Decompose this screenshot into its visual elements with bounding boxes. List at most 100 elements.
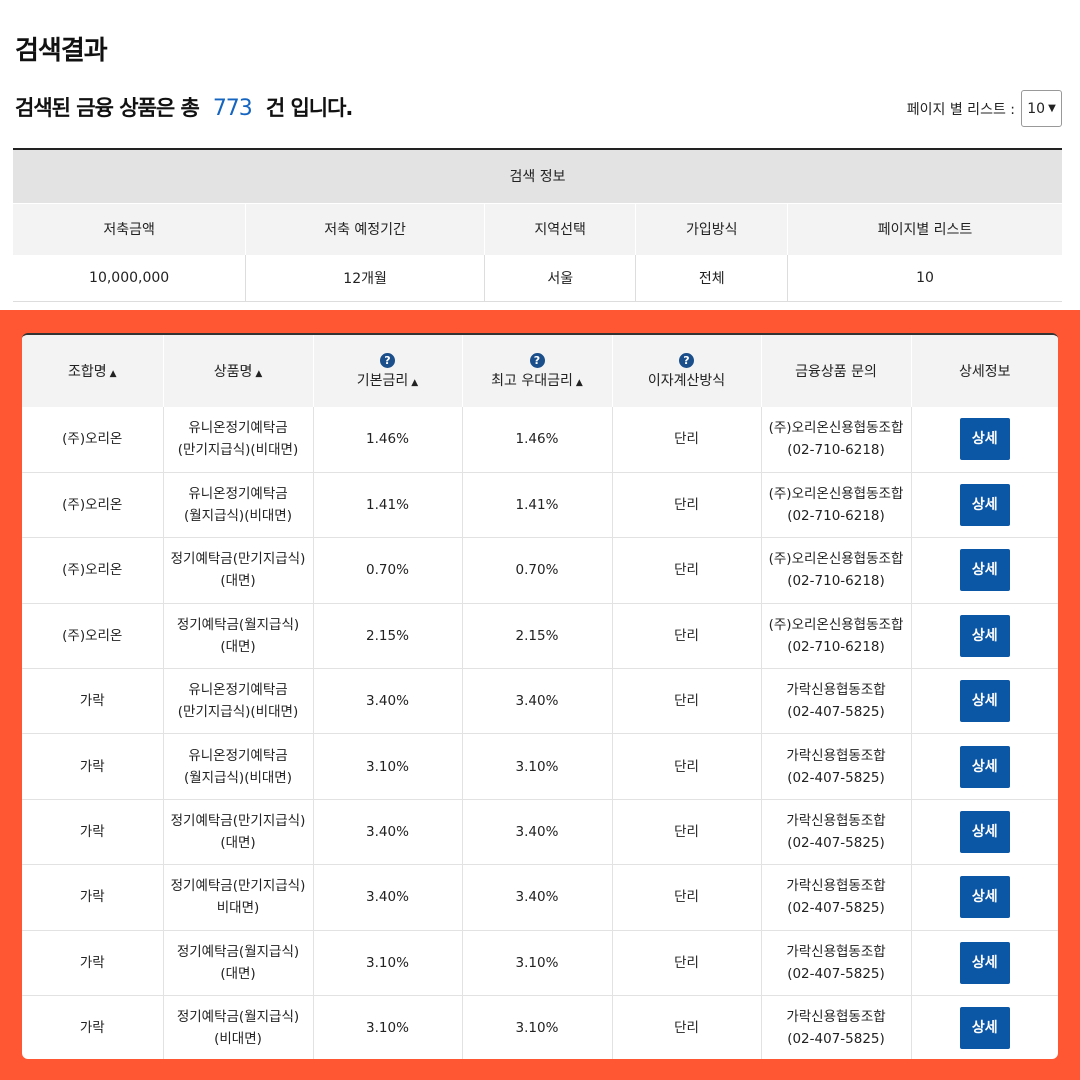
cell-product: 유니온정기예탁금 (만기지급식)(비대면) bbox=[163, 668, 314, 735]
per-page-select[interactable]: 10 ▼ bbox=[1021, 90, 1062, 127]
table-row: (주)오리온 유니온정기예탁금 (만기지급식)(비대면) 1.46% 1.46% 단리 (주… bbox=[22, 407, 1058, 473]
contact-name: 가락신용협동조합 bbox=[786, 682, 886, 699]
contact-phone: (02-407-5825) bbox=[787, 769, 885, 786]
search-info-value: 12개월 bbox=[245, 255, 485, 302]
cell-union: (주)오리온 bbox=[22, 603, 164, 670]
contact-phone: (02-710-6218) bbox=[787, 508, 885, 525]
cell-union: 가락 bbox=[22, 668, 164, 735]
cell-max-rate: 3.40% bbox=[462, 668, 613, 735]
cell-base-rate: 1.46% bbox=[313, 407, 463, 473]
cell-detail: 상세 bbox=[911, 930, 1058, 997]
table-row: 가락 정기예탁금(월지급식) (비대면) 3.10% 3.10% 단리 가락신용협동조합 (0… bbox=[22, 995, 1058, 1059]
search-info-header: 지역선택 bbox=[484, 202, 637, 255]
cell-base-rate: 1.41% bbox=[313, 472, 463, 539]
contact-phone: (02-710-6218) bbox=[787, 573, 885, 590]
cell-product: 유니온정기예탁금 (월지급식)(비대면) bbox=[163, 472, 314, 539]
cell-union: 가락 bbox=[22, 930, 164, 997]
detail-button[interactable]: 상세 bbox=[959, 680, 1010, 723]
detail-button[interactable]: 상세 bbox=[959, 484, 1010, 527]
cell-union: (주)오리온 bbox=[22, 472, 164, 539]
cell-detail: 상세 bbox=[911, 472, 1058, 539]
cell-interest-method: 단리 bbox=[612, 668, 762, 735]
cell-inquiry: 가락신용협동조합 (02-407-5825) bbox=[761, 668, 912, 735]
product-name-line2: 비대면) bbox=[216, 900, 260, 917]
cell-product: 유니온정기예탁금 (월지급식)(비대면) bbox=[163, 733, 314, 800]
contact-phone: (02-407-5825) bbox=[787, 1031, 885, 1048]
product-name-line2: (만기지급식)(비대면) bbox=[177, 442, 299, 459]
detail-button[interactable]: 상세 bbox=[959, 1007, 1010, 1050]
product-name-line1: 유니온정기예탁금 bbox=[188, 420, 288, 437]
cell-inquiry: 가락신용협동조합 (02-407-5825) bbox=[761, 995, 912, 1059]
cell-product: 정기예탁금(월지급식) (비대면) bbox=[163, 995, 314, 1059]
cell-interest-method: 단리 bbox=[612, 537, 762, 604]
cell-inquiry: (주)오리온신용협동조합 (02-710-6218) bbox=[761, 472, 912, 539]
cell-max-rate: 0.70% bbox=[462, 537, 613, 604]
cell-union: (주)오리온 bbox=[22, 407, 164, 473]
sort-up-icon[interactable]: ▲ bbox=[255, 369, 262, 379]
sort-up-icon[interactable]: ▲ bbox=[110, 369, 117, 379]
product-name-line1: 유니온정기예탁금 bbox=[188, 682, 288, 699]
cell-max-rate: 3.10% bbox=[462, 930, 613, 997]
cell-max-rate: 1.41% bbox=[462, 472, 613, 539]
column-header-union[interactable]: 조합명 ▲ bbox=[22, 335, 164, 407]
cell-detail: 상세 bbox=[911, 799, 1058, 866]
table-row: (주)오리온 정기예탁금(만기지급식) (대면) 0.70% 0.70% 단리 (주)오리온… bbox=[22, 537, 1058, 604]
cell-inquiry: 가락신용협동조합 (02-407-5825) bbox=[761, 733, 912, 800]
product-name-line1: 정기예탁금(만기지급식) bbox=[170, 878, 306, 895]
cell-interest-method: 단리 bbox=[612, 930, 762, 997]
cell-union: 가락 bbox=[22, 799, 164, 866]
cell-interest-method: 단리 bbox=[612, 733, 762, 800]
sort-up-icon[interactable]: ▲ bbox=[411, 378, 418, 388]
question-circle-icon[interactable]: ? bbox=[529, 352, 545, 368]
cell-union: 가락 bbox=[22, 864, 164, 931]
column-header-base-rate[interactable]: ? 기본금리 ▲ bbox=[313, 335, 463, 407]
cell-detail: 상세 bbox=[911, 603, 1058, 670]
summary-prefix: 검색된 금융 상품은 총 bbox=[15, 96, 200, 120]
table-row: 가락 유니온정기예탁금 (만기지급식)(비대면) 3.40% 3.40% 단리 가락신용협동… bbox=[22, 668, 1058, 735]
question-circle-icon[interactable]: ? bbox=[679, 352, 694, 368]
contact-name: 가락신용협동조합 bbox=[786, 1009, 886, 1026]
detail-button[interactable]: 상세 bbox=[959, 876, 1010, 919]
cell-max-rate: 3.10% bbox=[462, 995, 613, 1059]
cell-base-rate: 3.40% bbox=[313, 799, 463, 866]
table-row: 가락 정기예탁금(월지급식) (대면) 3.10% 3.10% 단리 가락신용협동조합 (02… bbox=[22, 930, 1058, 997]
contact-phone: (02-407-5825) bbox=[787, 900, 885, 917]
results-card: 조합명 ▲ 상품명 ▲ ? 기본금리 ▲ ? 최고 우대금리 ▲ ? 이자계산방식 금융상품 … bbox=[22, 333, 1058, 1059]
cell-inquiry: 가락신용협동조합 (02-407-5825) bbox=[761, 864, 912, 931]
cell-detail: 상세 bbox=[911, 537, 1058, 604]
cell-base-rate: 0.70% bbox=[313, 537, 463, 604]
search-info-title: 검색 정보 bbox=[13, 148, 1062, 203]
question-circle-icon[interactable]: ? bbox=[380, 352, 395, 368]
cell-interest-method: 단리 bbox=[612, 407, 762, 473]
cell-inquiry: (주)오리온신용협동조합 (02-710-6218) bbox=[761, 603, 912, 670]
cell-inquiry: (주)오리온신용협동조합 (02-710-6218) bbox=[761, 407, 912, 473]
product-name-line1: 정기예탁금(만기지급식) bbox=[170, 551, 306, 568]
contact-name: 가락신용협동조합 bbox=[786, 813, 886, 830]
contact-name: (주)오리온신용협동조합 bbox=[768, 420, 904, 437]
sort-up-icon[interactable]: ▲ bbox=[576, 378, 583, 388]
detail-button[interactable]: 상세 bbox=[959, 941, 1010, 984]
contact-name: 가락신용협동조합 bbox=[786, 747, 886, 764]
per-page-control: 페이지 별 리스트 : 10 ▼ bbox=[907, 90, 1062, 127]
search-info-header: 저축금액 bbox=[13, 202, 247, 255]
detail-button[interactable]: 상세 bbox=[959, 745, 1010, 788]
contact-phone: (02-710-6218) bbox=[787, 638, 885, 655]
detail-button[interactable]: 상세 bbox=[959, 549, 1010, 592]
detail-button[interactable]: 상세 bbox=[959, 614, 1010, 657]
cell-detail: 상세 bbox=[911, 733, 1058, 800]
result-count: 773 bbox=[212, 96, 253, 121]
contact-name: 가락신용협동조합 bbox=[786, 943, 886, 960]
cell-base-rate: 3.10% bbox=[313, 995, 463, 1059]
detail-button[interactable]: 상세 bbox=[959, 811, 1010, 854]
column-header-product[interactable]: 상품명 ▲ bbox=[163, 335, 314, 407]
search-info-header: 페이지별 리스트 bbox=[787, 202, 1062, 255]
search-info-header: 가입방식 bbox=[635, 202, 789, 255]
detail-button[interactable]: 상세 bbox=[959, 418, 1010, 461]
cell-inquiry: 가락신용협동조합 (02-407-5825) bbox=[761, 799, 912, 866]
product-name-line2: (만기지급식)(비대면) bbox=[177, 704, 299, 721]
contact-name: (주)오리온신용협동조합 bbox=[768, 551, 904, 568]
search-info-table: 검색 정보 저축금액 저축 예정기간 지역선택 가입방식 페이지별 리스트 10… bbox=[13, 148, 1062, 302]
column-header-max-rate[interactable]: ? 최고 우대금리 ▲ bbox=[462, 335, 613, 407]
product-name-line1: 정기예탁금(월지급식) bbox=[176, 943, 300, 960]
search-info-value: 10,000,000 bbox=[13, 255, 247, 302]
